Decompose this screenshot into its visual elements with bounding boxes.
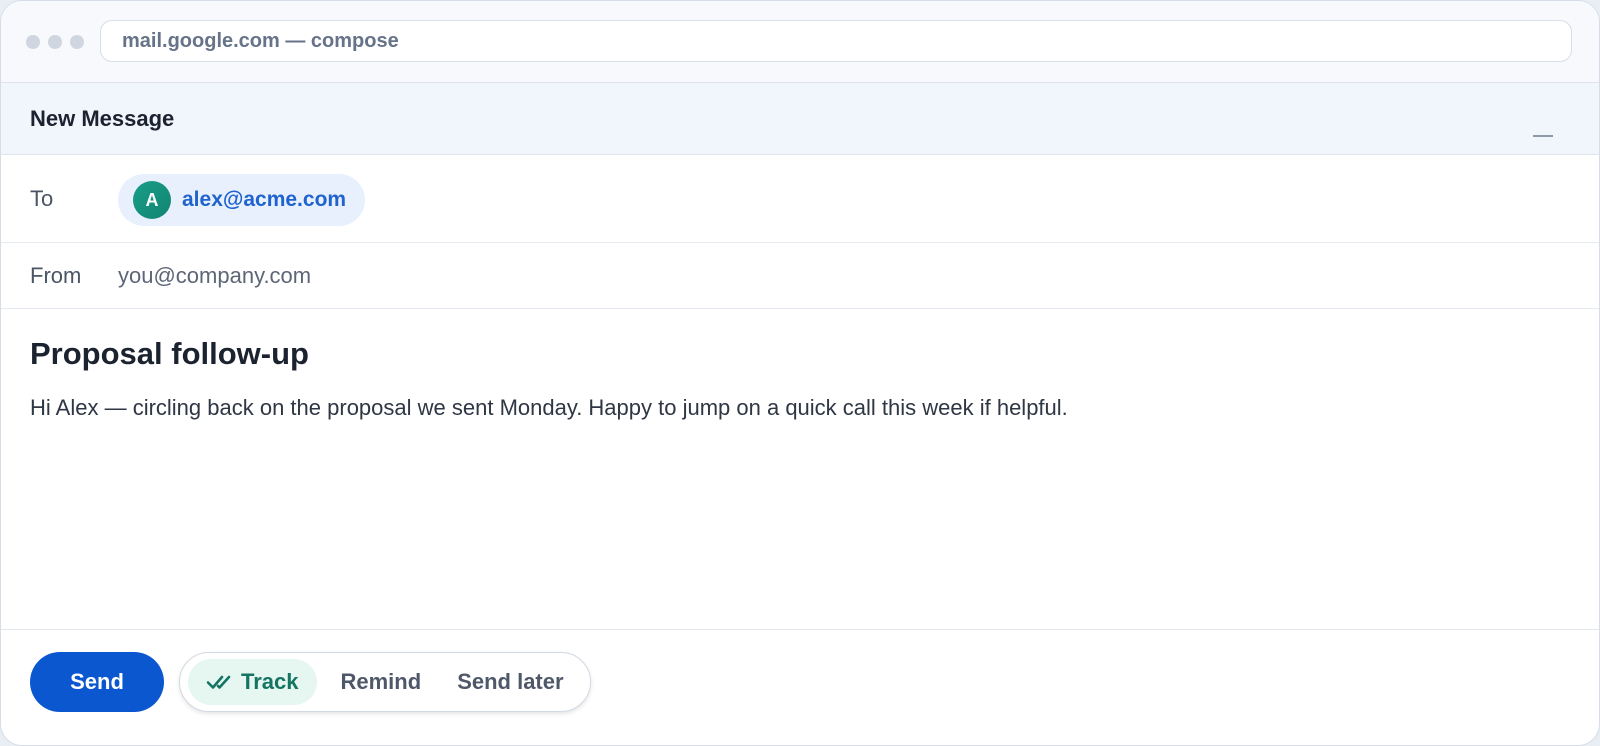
address-bar[interactable]: mail.google.com — compose	[100, 20, 1572, 62]
from-label: From	[30, 263, 82, 288]
window-control-dot[interactable]	[26, 35, 40, 49]
remind-button[interactable]: Remind	[323, 659, 440, 705]
compose-footer: Send Track Remind Send later	[1, 630, 1599, 734]
compose-title: New Message	[30, 106, 175, 131]
track-label: Track	[241, 669, 299, 694]
from-value: you@company.com	[118, 263, 312, 288]
subject[interactable]: Proposal follow-up	[30, 336, 309, 372]
recipient-email: alex@acme.com	[182, 188, 347, 211]
to-row[interactable]: To A alex@acme.com	[1, 155, 1599, 243]
browser-toolbar: mail.google.com — compose	[1, 1, 1599, 83]
send-later-label: Send later	[457, 669, 564, 694]
window-control-dot[interactable]	[70, 35, 84, 49]
message-body[interactable]: Hi Alex — circling back on the proposal …	[30, 395, 1068, 421]
window-control-dot[interactable]	[48, 35, 62, 49]
message-body-area[interactable]: Proposal follow-up Hi Alex — circling ba…	[1, 309, 1599, 630]
from-row[interactable]: From you@company.com	[1, 243, 1599, 309]
track-button[interactable]: Track	[188, 659, 317, 705]
remind-label: Remind	[340, 669, 422, 694]
send-tools-group: Track Remind Send later	[179, 652, 591, 712]
avatar: A	[133, 181, 171, 219]
window-controls	[26, 35, 84, 49]
to-label: To	[30, 186, 54, 211]
address-text: mail.google.com — compose	[122, 30, 399, 52]
recipient-chip[interactable]: A alex@acme.com	[118, 174, 366, 226]
minimize-icon	[1533, 135, 1553, 137]
compose-header: New Message	[1, 83, 1599, 155]
browser-window: mail.google.com — compose New Message To…	[0, 0, 1600, 746]
send-button[interactable]: Send	[30, 652, 164, 712]
send-later-button[interactable]: Send later	[439, 659, 581, 705]
double-check-icon	[206, 675, 231, 689]
minimize-button[interactable]	[1533, 101, 1581, 137]
